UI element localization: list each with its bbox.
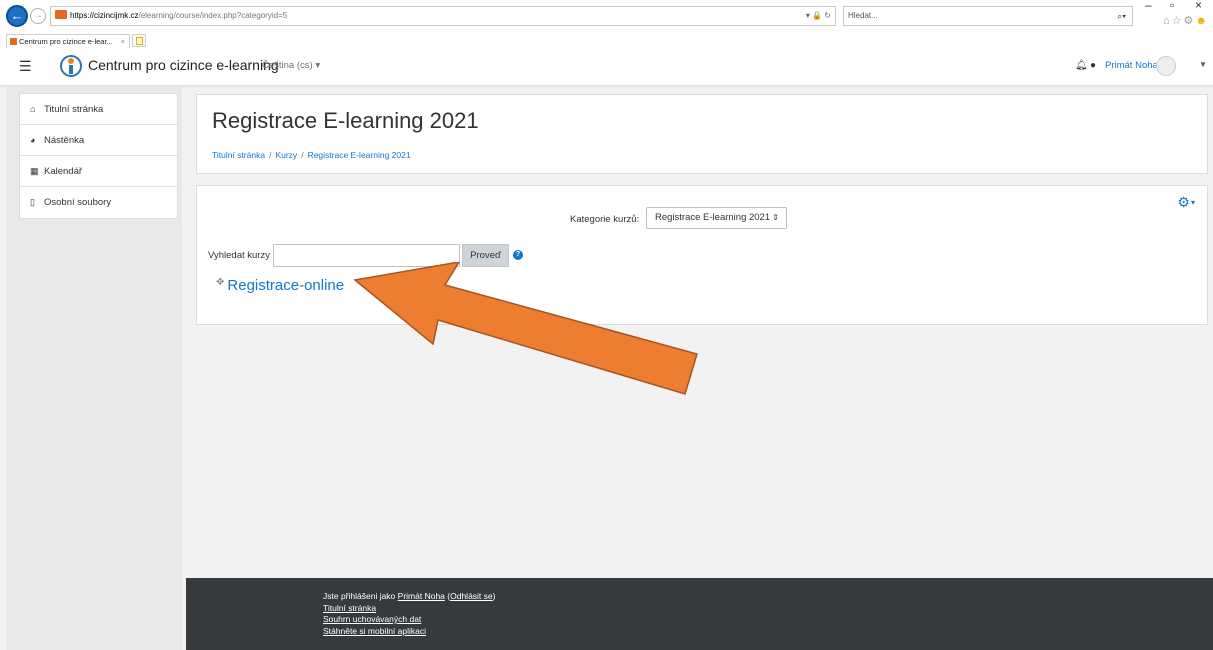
calendar-icon: ▦ xyxy=(30,166,39,176)
drawer-item-label: Titulní stránka xyxy=(44,104,104,115)
back-arrow-icon[interactable]: ← xyxy=(6,5,28,27)
footer-user-link[interactable]: Primát Noha xyxy=(398,591,445,601)
drawer-item-label: Nástěnka xyxy=(44,135,85,146)
help-icon[interactable]: ? xyxy=(513,250,523,260)
tab-title: Centrum pro cizince e-lear... xyxy=(19,37,113,46)
home-icon[interactable]: ⌂ xyxy=(1163,15,1172,27)
browser-tab[interactable]: Centrum pro cizince e-lear... × xyxy=(6,34,130,48)
address-bar[interactable]: https://cizincijmk.cz/elearning/course/i… xyxy=(50,6,836,26)
caret-down-icon: ▾ xyxy=(1190,198,1195,207)
page-title: Registrace E-learning 2021 xyxy=(212,108,479,133)
browser-chrome: ← → https://cizincijmk.cz/elearning/cour… xyxy=(0,0,1213,48)
settings-icon[interactable]: ⚙ xyxy=(1184,15,1196,27)
page-header: Registrace E-learning 2021 Titulní strán… xyxy=(196,94,1208,174)
nav-drawer-block: ⌂ Titulní stránka ◕ Nástěnka ▦ Kalendář ▯ Os… xyxy=(19,93,178,219)
notifications-bell-icon[interactable]: 🔔︎ xyxy=(1075,60,1088,71)
subcategory-link[interactable]: ✥ Registrace-online xyxy=(216,277,344,294)
user-menu-name[interactable]: Primát Noha xyxy=(1105,60,1158,71)
logout-paren-close: ) xyxy=(492,591,496,601)
site-name[interactable]: Centrum pro cizince e-learning xyxy=(88,57,279,73)
chevron-down-icon[interactable]: ▼ xyxy=(1199,60,1207,69)
footer-home-link[interactable]: Titulní stránka xyxy=(323,603,376,613)
drawer-item-label: Osobní soubory xyxy=(44,197,112,208)
url-path: /elearning/course/index.php?categoryid=5 xyxy=(138,11,288,20)
breadcrumb: Titulní stránka / Kurzy / Registrace E-learn… xyxy=(212,150,411,160)
site-navbar: ☰ Centrum pro cizince e-learning Čeština… xyxy=(0,48,1213,86)
maximize-icon[interactable]: ▫ xyxy=(1170,0,1174,12)
breadcrumb-current-category[interactable]: Registrace E-learning 2021 xyxy=(308,150,411,160)
user-avatar[interactable] xyxy=(1156,56,1176,76)
dashboard-icon: ◕ xyxy=(30,135,36,145)
select-arrows-icon: ⇕ xyxy=(772,213,779,222)
minimize-icon[interactable]: – xyxy=(1145,0,1152,12)
category-select-value: Registrace E-learning 2021 xyxy=(655,212,771,223)
category-select-label: Kategorie kurzů: xyxy=(570,214,640,225)
url-host: https://cizincijmk.cz xyxy=(70,11,139,20)
close-window-icon[interactable]: × xyxy=(1195,0,1202,12)
course-search-label: Vyhledat kurzy xyxy=(208,250,270,261)
browser-search-box[interactable]: Hledat... ⌕▾ xyxy=(843,6,1133,26)
breadcrumb-courses[interactable]: Kurzy xyxy=(275,150,297,160)
browser-search-placeholder: Hledat... xyxy=(848,11,878,20)
annotation-arrow xyxy=(353,262,698,395)
drawer-item-label: Kalendář xyxy=(44,166,83,177)
breadcrumb-separator: / xyxy=(301,150,304,160)
logout-link[interactable]: Odhlásit se xyxy=(450,591,493,601)
new-tab-button[interactable] xyxy=(132,34,146,47)
tab-favicon-icon xyxy=(10,38,17,45)
login-info: Jste přihlášeni jako Primát Noha (Odhlás… xyxy=(323,591,495,603)
gear-icon[interactable]: ⚙▾ xyxy=(1177,194,1195,211)
drawer-item-calendar[interactable]: ▦ Kalendář xyxy=(20,156,177,187)
messages-chat-icon[interactable]: ● xyxy=(1090,60,1096,71)
login-info-prefix: Jste přihlášeni jako xyxy=(323,591,398,601)
home-icon: ⌂ xyxy=(30,104,36,114)
drawer-item-home[interactable]: ⌂ Titulní stránka xyxy=(20,94,177,125)
data-summary-link[interactable]: Souhrn uchovávaných dat xyxy=(323,614,421,624)
page-footer: Jste přihlášeni jako Primát Noha (Odhlás… xyxy=(186,578,1213,650)
drawer-item-dashboard[interactable]: ◕ Nástěnka xyxy=(20,125,177,156)
footer-links: Jste přihlášeni jako Primát Noha (Odhlás… xyxy=(323,591,495,637)
hamburger-menu-icon[interactable]: ☰ xyxy=(19,58,32,75)
file-icon: ▯ xyxy=(30,197,35,207)
feedback-smiley-icon[interactable]: ☻ xyxy=(1195,15,1209,27)
mobile-app-link[interactable]: Stáhněte si mobilní aplikaci xyxy=(323,626,426,636)
forward-arrow-icon[interactable]: → xyxy=(30,8,46,24)
search-icon[interactable]: ⌕▾ xyxy=(1117,7,1126,25)
address-bar-tools[interactable]: ▾ 🔒 ↻ xyxy=(806,7,831,25)
drawer-item-private-files[interactable]: ▯ Osobní soubory xyxy=(20,187,177,218)
nav-drawer: ⌂ Titulní stránka ◕ Nástěnka ▦ Kalendář ▯ Os… xyxy=(6,86,182,650)
site-favicon-icon xyxy=(55,10,67,19)
browser-toolbar-icons: ⌂☆⚙☻ xyxy=(1163,14,1209,27)
star-icon[interactable]: ☆ xyxy=(1172,15,1184,27)
site-logo-icon[interactable] xyxy=(60,55,82,77)
new-tab-icon xyxy=(136,37,143,45)
subcategory-link-label: Registrace-online xyxy=(227,277,345,294)
tab-close-icon[interactable]: × xyxy=(121,35,125,48)
category-select[interactable]: Registrace E-learning 2021 ⇕ xyxy=(646,207,787,229)
language-menu[interactable]: Čeština (cs) ▾ xyxy=(262,60,320,71)
breadcrumb-home[interactable]: Titulní stránka xyxy=(212,150,265,160)
expand-category-icon[interactable]: ✥ xyxy=(216,277,224,288)
breadcrumb-separator: / xyxy=(269,150,272,160)
